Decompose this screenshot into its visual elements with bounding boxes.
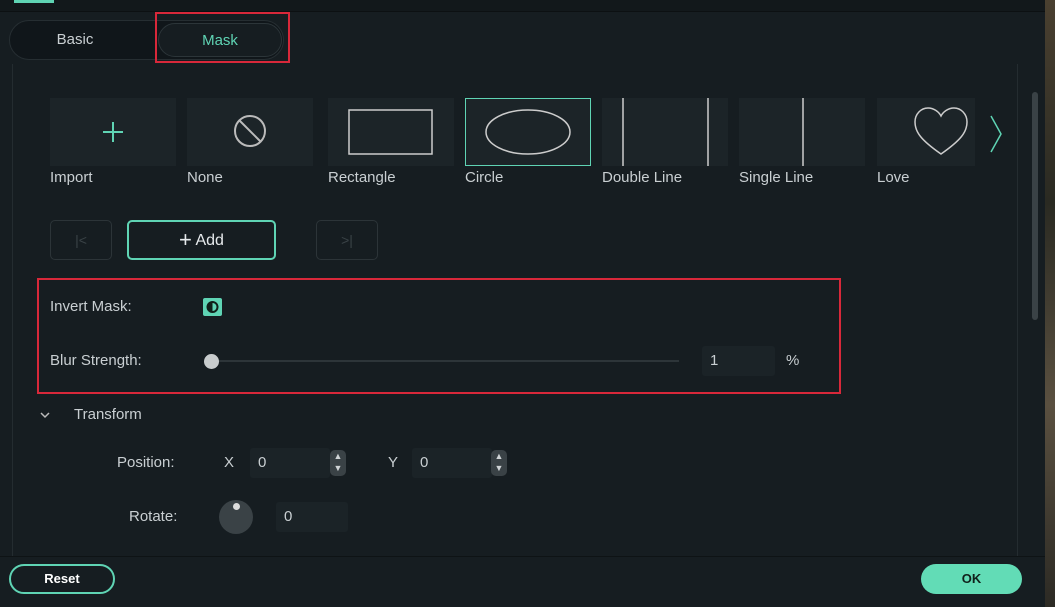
none-icon (234, 115, 266, 147)
mask-rectangle[interactable] (328, 98, 454, 166)
mask-label: Import (50, 169, 93, 186)
chevron-down-icon[interactable] (39, 410, 51, 420)
position-label: Position: (117, 454, 175, 471)
ok-button[interactable]: OK (921, 564, 1022, 594)
double-line-icon (622, 98, 709, 166)
rotate-dial-indicator (233, 503, 240, 510)
plus-icon (103, 122, 123, 142)
mask-label: Double Line (602, 169, 683, 186)
tab-mask[interactable]: Mask (158, 23, 282, 57)
x-label: X (224, 454, 235, 471)
next-keyframe-icon: >| (341, 232, 353, 248)
rotate-input[interactable]: 0 (276, 502, 348, 532)
tab-basic[interactable]: Basic (12, 23, 138, 57)
circle-icon (485, 109, 571, 155)
single-line-icon (802, 98, 804, 166)
mask-label: Single Line (739, 169, 814, 186)
mask-love[interactable] (877, 98, 975, 166)
mask-double-line[interactable] (602, 98, 728, 166)
rectangle-icon (348, 109, 433, 155)
footer (0, 556, 1045, 607)
rotate-dial[interactable] (219, 500, 253, 534)
tab-bar: Basic Mask (9, 20, 284, 60)
y-label: Y (388, 454, 399, 471)
scrollbar[interactable] (1032, 92, 1038, 320)
add-label: Add (195, 232, 224, 249)
invert-mask-toggle[interactable] (203, 298, 222, 316)
plus-icon: + (179, 227, 192, 252)
transform-title: Transform (74, 406, 142, 423)
mask-label: Love (877, 169, 910, 186)
mask-label: None (187, 169, 223, 186)
blur-unit: % (786, 352, 800, 369)
mask-label: Rectangle (328, 169, 396, 186)
position-x-input[interactable]: 0 (250, 448, 330, 478)
blur-slider-track[interactable] (211, 360, 679, 362)
preview-edge (1045, 0, 1055, 607)
blur-slider-thumb[interactable] (204, 354, 219, 369)
rotate-label: Rotate: (129, 508, 178, 525)
active-indicator (14, 0, 54, 3)
chevron-right-icon[interactable] (988, 114, 1004, 154)
position-y-input[interactable]: 0 (412, 448, 492, 478)
prev-keyframe-icon: |< (75, 232, 87, 248)
next-keyframe-button[interactable]: >| (316, 220, 378, 260)
blur-strength-label: Blur Strength: (50, 352, 142, 369)
position-y-stepper[interactable]: ▲ ▼ (491, 450, 507, 476)
heart-icon (914, 107, 968, 155)
prev-keyframe-button[interactable]: |< (50, 220, 112, 260)
mask-label: Circle (465, 169, 504, 186)
invert-mask-label: Invert Mask: (50, 298, 132, 315)
mask-circle[interactable] (465, 98, 591, 166)
top-bar (0, 0, 1045, 12)
reset-button[interactable]: Reset (9, 564, 115, 594)
add-keyframe-button[interactable]: + Add (127, 220, 276, 260)
mask-none[interactable] (187, 98, 313, 166)
blur-value-input[interactable]: 1 (702, 346, 775, 376)
mask-single-line[interactable] (739, 98, 865, 166)
position-x-stepper[interactable]: ▲ ▼ (330, 450, 346, 476)
mask-import[interactable] (50, 98, 176, 166)
